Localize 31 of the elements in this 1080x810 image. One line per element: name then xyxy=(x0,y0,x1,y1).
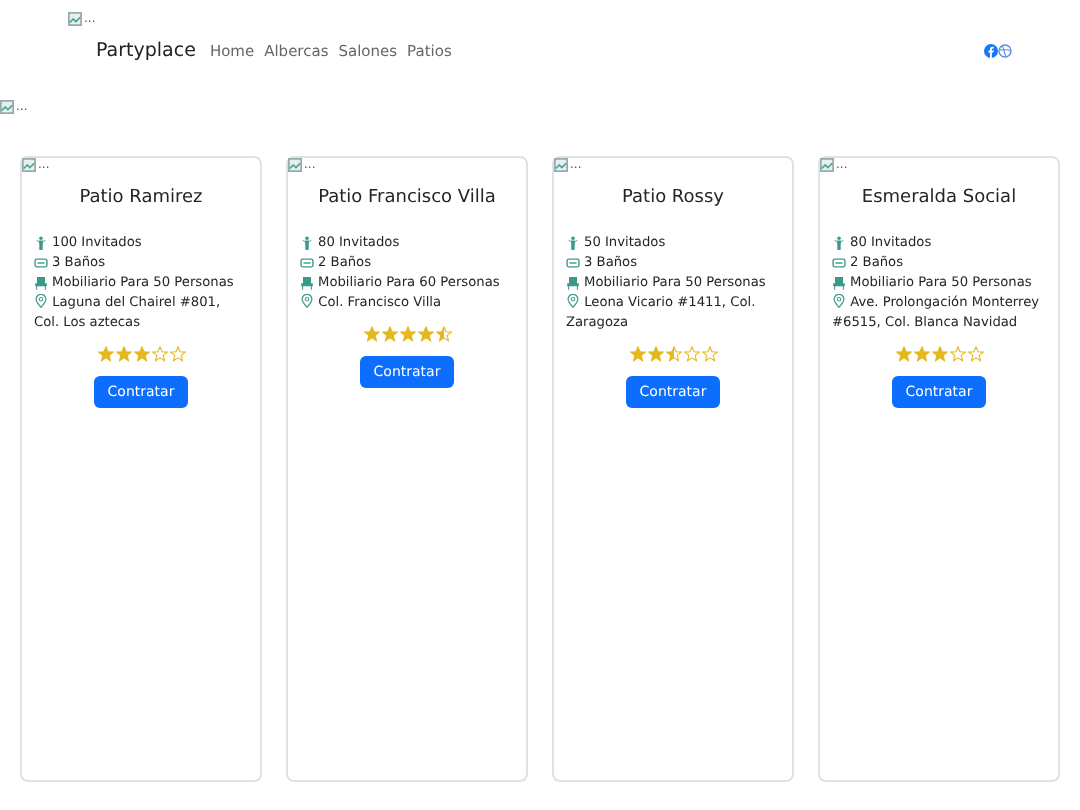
person-icon xyxy=(832,235,846,249)
facebook-icon[interactable] xyxy=(984,43,998,57)
half-star-icon xyxy=(435,326,451,342)
brand-name[interactable]: Partyplace xyxy=(96,39,196,61)
chair-icon xyxy=(300,275,314,289)
globe-icon[interactable] xyxy=(998,43,1012,57)
person-icon xyxy=(566,235,580,249)
broken-image-icon xyxy=(554,158,568,172)
person-icon xyxy=(300,235,314,249)
broken-image-icon xyxy=(0,99,14,113)
half-star-icon xyxy=(665,346,681,362)
location-pin-icon xyxy=(566,294,580,308)
person-icon xyxy=(34,235,48,249)
broken-image-icon xyxy=(22,158,36,172)
toilet-icon xyxy=(300,255,314,269)
venue-title: Patio Ramirez xyxy=(77,188,205,208)
toilet-icon xyxy=(34,255,48,269)
venue-title: Patio Rossy xyxy=(620,188,726,208)
location-pin-icon xyxy=(300,294,314,308)
toilet-icon xyxy=(832,255,846,269)
chair-icon xyxy=(566,275,580,289)
broken-image-icon xyxy=(288,158,302,172)
venue-title: Esmeralda Social xyxy=(859,188,1019,208)
chair-icon xyxy=(832,275,846,289)
broken-image-icon xyxy=(68,11,82,25)
location-pin-icon xyxy=(34,294,48,308)
location-pin-icon xyxy=(832,294,846,308)
broken-image-icon xyxy=(820,158,834,172)
venue-title: Patio Francisco Villa xyxy=(316,188,498,208)
toilet-icon xyxy=(566,255,580,269)
chair-icon xyxy=(34,275,48,289)
